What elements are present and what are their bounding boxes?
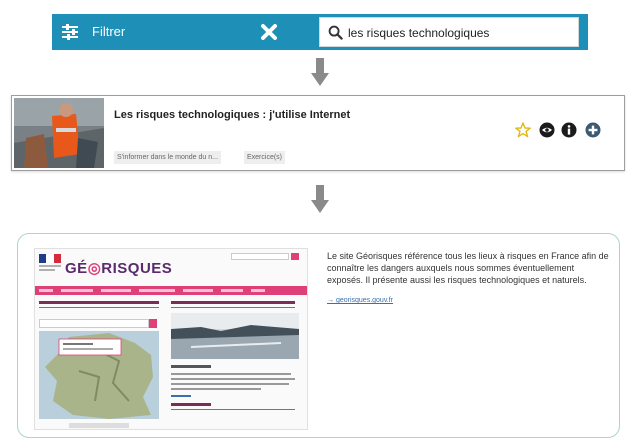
search-icon (328, 25, 343, 40)
georisques-logo: GÉ◎RISQUES (65, 260, 173, 277)
filter-label: Filtrer (92, 24, 126, 39)
close-icon[interactable] (259, 22, 279, 42)
site-nav-bar (35, 286, 307, 295)
georisques-link[interactable]: → georisques.gouv.fr (327, 297, 393, 304)
add-icon[interactable] (585, 122, 601, 138)
down-arrow-icon (311, 185, 329, 213)
sliders-icon (62, 24, 78, 40)
down-arrow-icon (311, 58, 329, 86)
site-search-field (231, 253, 289, 260)
search-field[interactable] (319, 17, 579, 47)
tag-category[interactable]: S'informer dans le monde du n... (114, 151, 221, 164)
tag-type[interactable]: Exercice(s) (244, 151, 286, 164)
search-input[interactable] (348, 23, 573, 43)
republic-logo-icon (39, 254, 61, 271)
resource-card[interactable]: Les risques technologiques : j'utilise I… (11, 95, 625, 171)
site-search-button (291, 253, 299, 260)
resource-description: Le site Géorisques référence tous les li… (327, 251, 609, 285)
resource-preview: GÉ◎RISQUES Le site Géorisques référence … (17, 233, 620, 438)
favorite-star-icon[interactable] (515, 122, 531, 138)
view-eye-icon[interactable] (539, 122, 555, 138)
resource-thumbnail (14, 98, 104, 168)
resource-title[interactable]: Les risques technologiques : j'utilise I… (114, 109, 350, 121)
filter-search-bar: Filtrer (52, 14, 588, 50)
flood-photo (171, 313, 299, 359)
france-map (39, 331, 159, 419)
website-screenshot: GÉ◎RISQUES (34, 248, 308, 430)
card-actions (515, 122, 605, 138)
site-address-field (39, 319, 149, 328)
info-icon[interactable] (561, 122, 577, 138)
